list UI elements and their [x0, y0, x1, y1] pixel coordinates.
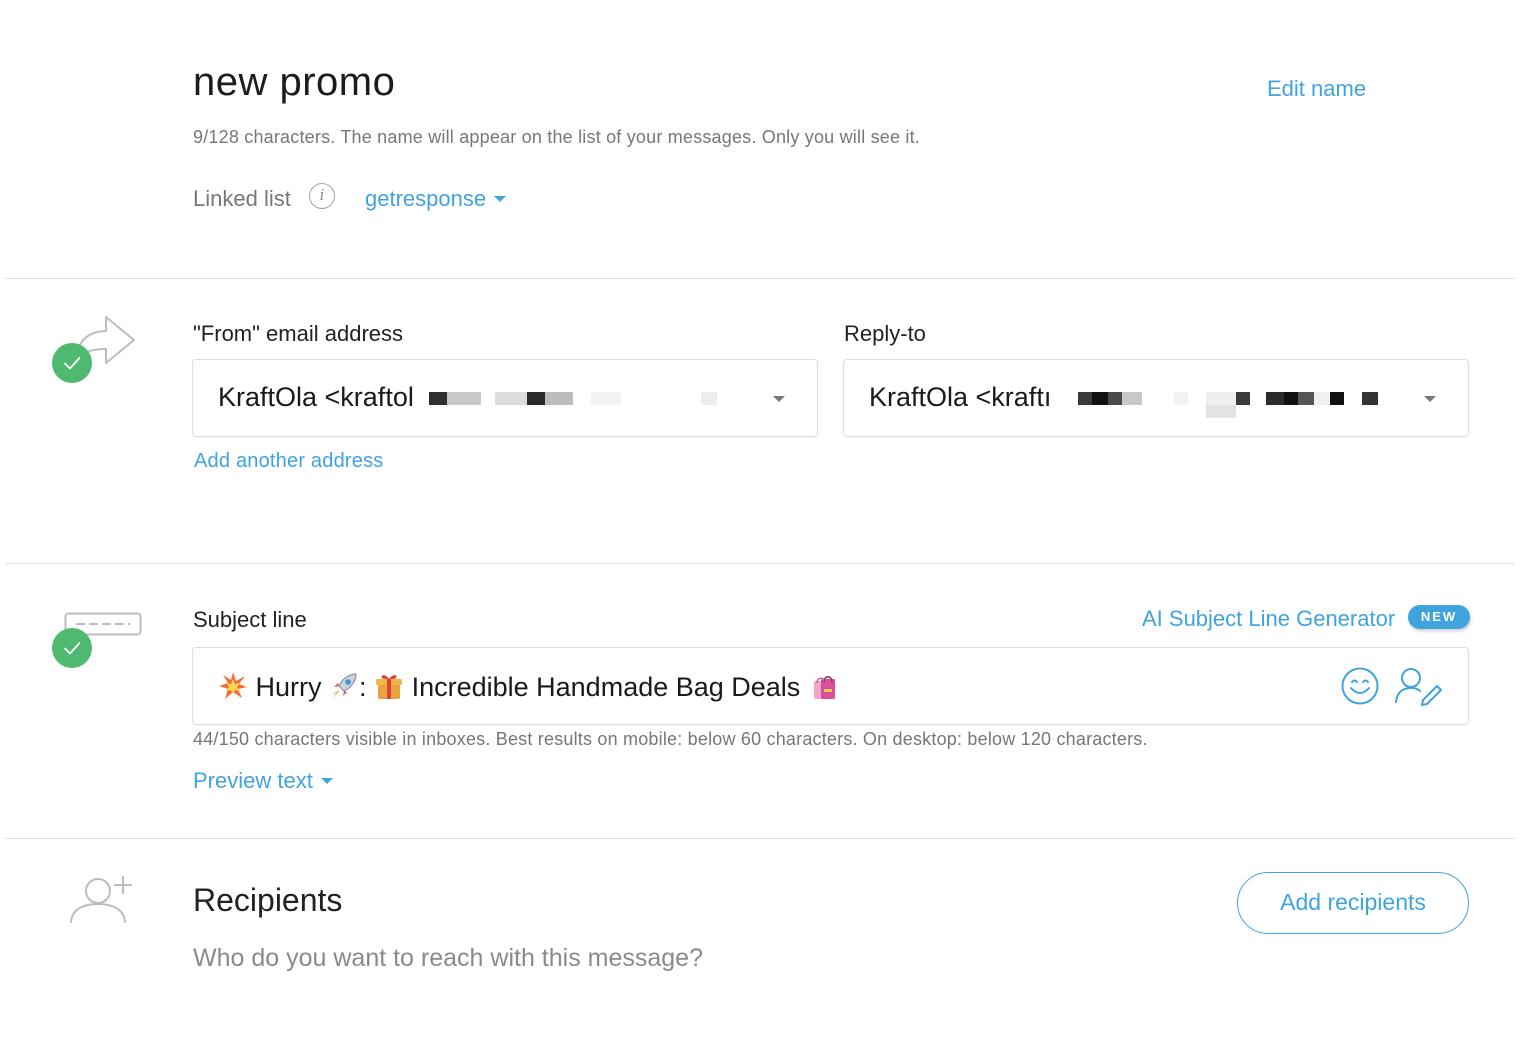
edit-name-link[interactable]: Edit name: [1267, 76, 1366, 102]
check-icon: [52, 343, 92, 383]
preview-text-label: Preview text: [193, 768, 313, 793]
redaction-pixel: [1362, 392, 1378, 405]
redaction-pixel: [1174, 392, 1188, 405]
recipients-title: Recipients: [193, 882, 343, 918]
redaction-pixel: [1122, 392, 1142, 405]
redaction-pixel: [591, 392, 621, 405]
reply-to-value: KraftOla <kraftı: [869, 382, 1052, 412]
info-icon[interactable]: i: [309, 183, 335, 209]
redaction-pixel: [1314, 392, 1330, 405]
section-divider: [5, 563, 1515, 564]
subject-text-colon: :: [359, 672, 367, 702]
emoji-smile-icon[interactable]: [1341, 667, 1379, 710]
redaction-pixel: [1298, 392, 1314, 405]
redaction-pixel: [701, 392, 717, 405]
redaction-pixel: [495, 392, 527, 405]
redaction-pixel: [1284, 392, 1298, 405]
section-divider: [5, 838, 1515, 839]
rocket-emoji-icon: [332, 673, 357, 698]
subject-line-value[interactable]: Hurry : Incredible Handmade Bag Deals: [218, 671, 838, 703]
from-address-label: "From" email address: [193, 321, 404, 346]
collision-emoji-icon: [219, 672, 247, 699]
section-divider: [5, 278, 1515, 279]
add-another-address-link[interactable]: Add another address: [194, 450, 383, 473]
linked-list-value: getresponse: [365, 186, 487, 211]
recipients-subtitle: Who do you want to reach with this messa…: [193, 944, 703, 972]
personalize-icon[interactable]: [1394, 666, 1444, 711]
gift-emoji-icon: [376, 675, 403, 699]
reply-to-label: Reply-to: [844, 321, 926, 346]
redaction-pixel: [1078, 392, 1092, 405]
redaction-pixel: [429, 392, 447, 405]
chevron-down-icon: [320, 777, 333, 784]
name-character-hint: 9/128 characters. The name will appear o…: [193, 127, 921, 147]
reply-to-select[interactable]: KraftOla <kraftı: [843, 359, 1469, 437]
shopping-bags-emoji-icon: [813, 676, 835, 699]
redaction-pixel: [1330, 392, 1344, 405]
chevron-down-icon: [1424, 396, 1436, 402]
redaction-pixel: [1206, 405, 1236, 418]
redaction-pixel: [447, 392, 481, 405]
info-icon-glyph: i: [319, 186, 325, 204]
add-recipients-button[interactable]: Add recipients: [1237, 872, 1469, 934]
subject-text-main: Incredible Handmade Bag Deals: [411, 672, 801, 702]
from-address-select[interactable]: KraftOla <kraftol: [192, 359, 818, 437]
check-icon: [52, 628, 92, 668]
chevron-down-icon: [494, 195, 507, 202]
redaction-pixel: [1206, 392, 1236, 405]
redaction-pixel: [527, 392, 545, 405]
add-user-icon: [68, 874, 138, 931]
chevron-down-icon: [773, 396, 785, 402]
linked-list-label: Linked list: [193, 186, 291, 211]
new-badge: NEW: [1408, 605, 1470, 629]
redaction-pixel: [1108, 392, 1122, 405]
from-address-value: KraftOla <kraftol: [218, 382, 414, 412]
subject-text-hurry: Hurry: [255, 672, 322, 702]
subject-character-hint: 44/150 characters visible in inboxes. Be…: [193, 729, 1148, 749]
redaction-pixel: [1236, 392, 1250, 405]
subject-line-label: Subject line: [193, 607, 307, 632]
redaction-pixel: [1092, 392, 1108, 405]
redaction-pixel: [545, 392, 573, 405]
preview-text-toggle[interactable]: Preview text: [193, 768, 333, 794]
redaction-pixel: [1266, 392, 1284, 405]
ai-subject-generator-link[interactable]: AI Subject Line Generator: [1142, 606, 1395, 632]
message-name-title: new promo: [193, 60, 396, 104]
linked-list-dropdown[interactable]: getresponse: [365, 186, 507, 212]
